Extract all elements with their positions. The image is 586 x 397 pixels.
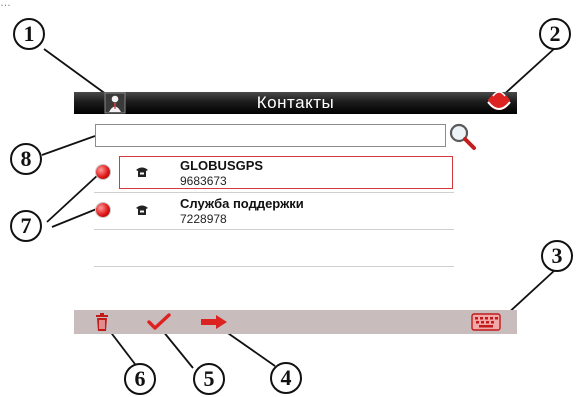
callout-5: 5 — [193, 363, 225, 395]
contact-name: GLOBUSGPS — [180, 158, 264, 173]
phone-icon — [136, 205, 148, 215]
selection-frame — [119, 156, 453, 189]
checkmark-icon[interactable] — [147, 313, 171, 331]
row-divider — [94, 229, 454, 230]
select-radio[interactable] — [96, 165, 110, 179]
contact-row[interactable]: Служба поддержки 7228978 — [94, 194, 454, 230]
callout-8: 8 — [10, 143, 42, 175]
row-divider — [94, 266, 454, 267]
callout-4: 4 — [270, 362, 302, 394]
callout-6: 6 — [124, 363, 156, 395]
keyboard-icon[interactable] — [471, 313, 501, 331]
phone-icon — [136, 167, 148, 177]
search-icon[interactable] — [447, 121, 477, 151]
person-icon[interactable] — [104, 92, 126, 114]
bottom-toolbar — [74, 310, 517, 334]
callout-3: 3 — [541, 240, 573, 272]
select-radio[interactable] — [96, 203, 110, 217]
row-divider — [94, 192, 454, 193]
callout-7: 7 — [10, 210, 42, 242]
search-input[interactable] — [95, 124, 446, 147]
contact-row[interactable]: GLOBUSGPS 9683673 — [94, 156, 454, 192]
title-bar: Контакты — [74, 92, 517, 114]
close-icon[interactable] — [484, 86, 514, 114]
contact-number: 7228978 — [180, 212, 227, 226]
callout-2: 2 — [539, 18, 571, 50]
page-title: Контакты — [256, 93, 335, 112]
contact-number: 9683673 — [180, 174, 227, 188]
arrow-right-icon[interactable] — [200, 314, 228, 330]
callout-1: 1 — [13, 18, 45, 50]
contact-name: Служба поддержки — [180, 196, 304, 211]
trash-icon[interactable] — [94, 312, 110, 332]
